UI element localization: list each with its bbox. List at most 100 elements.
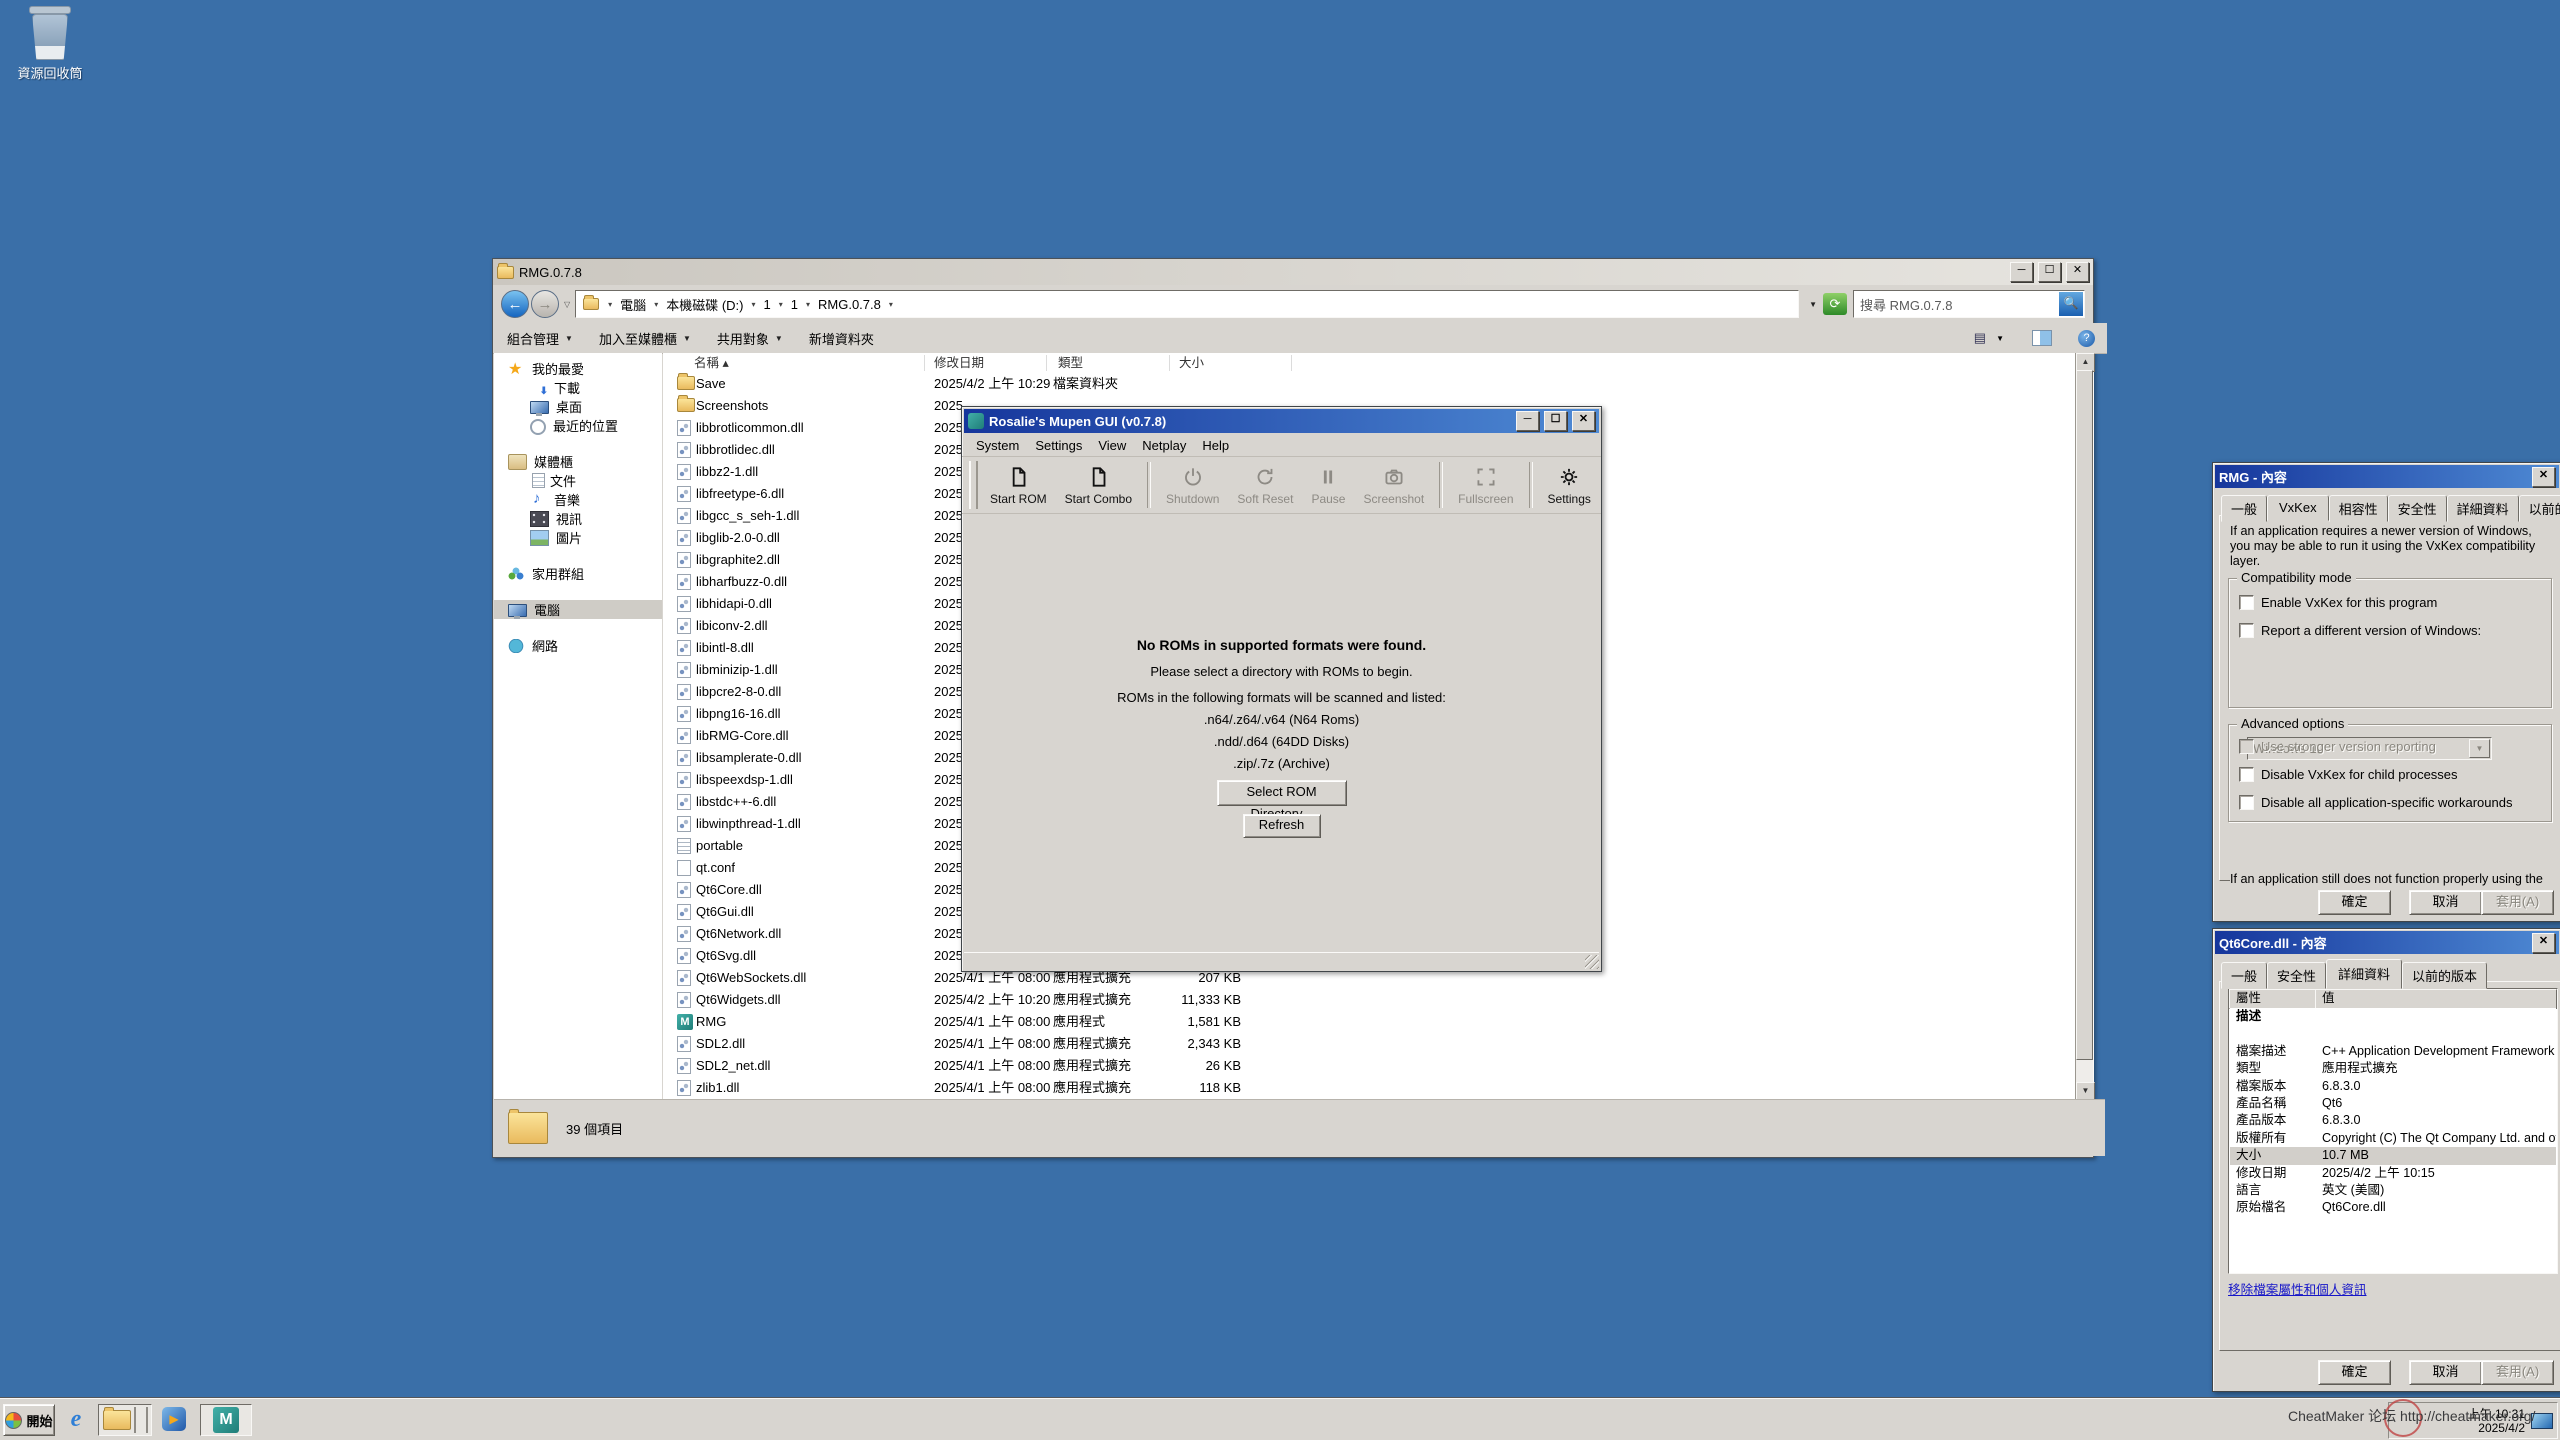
property-row[interactable]: 版權所有Copyright (C) The Qt Company Ltd. an…: [2230, 1130, 2556, 1147]
search-box[interactable]: 搜尋 RMG.0.7.8 🔍: [1853, 290, 2085, 318]
forward-button[interactable]: →: [531, 290, 559, 318]
file-row[interactable]: SDL2.dll2025/4/1 上午 08:00應用程式擴充2,343 KB: [663, 1033, 2075, 1055]
ok-button[interactable]: 確定: [2318, 890, 2391, 915]
menu-settings[interactable]: Settings: [1027, 438, 1090, 453]
ok-button[interactable]: 確定: [2318, 1360, 2391, 1385]
remove-properties-link[interactable]: 移除檔案屬性和個人資訊: [2228, 1279, 2367, 1298]
back-button[interactable]: ←: [501, 290, 529, 318]
cancel-button[interactable]: 取消: [2409, 1360, 2482, 1385]
sidebar-item-桌面[interactable]: 桌面: [494, 397, 662, 416]
close-button[interactable]: ✕: [1572, 411, 1595, 431]
menu-view[interactable]: View: [1090, 438, 1134, 453]
minimize-button[interactable]: ─: [2010, 262, 2033, 282]
search-icon[interactable]: 🔍: [2059, 292, 2083, 316]
attribute-column-header[interactable]: 屬性: [2229, 989, 2329, 1009]
file-row[interactable]: Qt6Widgets.dll2025/4/2 上午 10:20應用程式擴充11,…: [663, 989, 2075, 1011]
media-player-taskbar-button[interactable]: ▶: [156, 1404, 192, 1434]
refresh-button[interactable]: ⟳: [1823, 293, 1847, 315]
toolbar-grip[interactable]: [969, 461, 978, 509]
rmg-taskbar-button[interactable]: M: [200, 1404, 252, 1436]
property-row[interactable]: 檔案描述C++ Application Development Framewor…: [2230, 1043, 2556, 1060]
sidebar-item-電腦[interactable]: 電腦: [494, 600, 662, 619]
tab-一般[interactable]: 一般: [2221, 495, 2267, 522]
breadcrumb-item[interactable]: RMG.0.7.8: [816, 297, 883, 312]
sidebar-item-下載[interactable]: 下載: [494, 378, 662, 397]
checkbox-disable-all-application-specific-workarounds[interactable]: Disable all application-specific workaro…: [2239, 795, 2543, 810]
close-button[interactable]: ✕: [2066, 262, 2089, 282]
maximize-button[interactable]: ☐: [2038, 262, 2061, 282]
dialog-titlebar[interactable]: RMG - 內容 ✕: [2215, 465, 2559, 488]
menu-system[interactable]: System: [968, 438, 1027, 453]
tab-安全性[interactable]: 安全性: [2388, 495, 2447, 522]
checkbox-box[interactable]: [2239, 623, 2254, 638]
refresh-button[interactable]: Refresh: [1243, 814, 1321, 838]
breadcrumb[interactable]: ▾電腦▾本機磁碟 (D:)▾1▾1▾RMG.0.7.8▾: [575, 290, 1799, 318]
cancel-button[interactable]: 取消: [2409, 890, 2482, 915]
resize-grip[interactable]: [1585, 955, 1599, 969]
column-header-類型[interactable]: 類型: [1058, 353, 1083, 373]
menu-netplay[interactable]: Netplay: [1134, 438, 1194, 453]
property-row[interactable]: 原始檔名Qt6Core.dll: [2230, 1199, 2556, 1216]
sidebar-item-文件[interactable]: 文件: [494, 471, 662, 490]
maximize-button[interactable]: ☐: [1544, 411, 1567, 431]
recycle-bin-desktop-icon[interactable]: 資源回收筒: [8, 6, 92, 82]
menu-help[interactable]: Help: [1194, 438, 1237, 453]
sidebar-item-視訊[interactable]: 視訊: [494, 509, 662, 528]
minimize-button[interactable]: ─: [1516, 411, 1539, 431]
explorer-titlebar[interactable]: RMG.0.7.8 ─ ☐ ✕: [493, 259, 2093, 285]
tab-詳細資料[interactable]: 詳細資料: [2447, 495, 2519, 522]
breadcrumb-item[interactable]: 1: [789, 297, 800, 312]
property-row[interactable]: 產品版本6.8.3.0: [2230, 1112, 2556, 1129]
start-button[interactable]: 開始: [3, 1404, 55, 1436]
help-icon[interactable]: ?: [2078, 330, 2095, 347]
mupen-titlebar[interactable]: Rosalie's Mupen GUI (v0.7.8) ─ ☐ ✕: [964, 409, 1599, 433]
property-row[interactable]: 大小10.7 MB: [2230, 1147, 2556, 1164]
scrollbar-thumb[interactable]: [2076, 370, 2093, 1060]
views-dropdown-icon[interactable]: ▼: [1996, 334, 2004, 343]
select-rom-directory-button[interactable]: Select ROM Directory...: [1217, 780, 1347, 806]
property-row[interactable]: 語言英文 (美國): [2230, 1182, 2556, 1199]
checkbox-box[interactable]: [2239, 767, 2254, 782]
column-header-名稱[interactable]: 名稱 ▴: [694, 353, 729, 373]
property-row[interactable]: 修改日期2025/4/2 上午 10:15: [2230, 1165, 2556, 1182]
file-row[interactable]: RMG2025/4/1 上午 08:00應用程式1,581 KB: [663, 1011, 2075, 1033]
file-row[interactable]: SDL2_net.dll2025/4/1 上午 08:00應用程式擴充26 KB: [663, 1055, 2075, 1077]
sidebar-item-音樂[interactable]: 音樂: [494, 490, 662, 509]
address-dropdown-icon[interactable]: ▼: [1803, 300, 1823, 309]
checkbox-enable-vxkex-for-this-program[interactable]: Enable VxKex for this program: [2239, 595, 2543, 610]
close-button[interactable]: ✕: [2532, 467, 2555, 487]
sidebar-item-媒體櫃[interactable]: 媒體櫃: [494, 452, 662, 471]
scrollbar[interactable]: ▲ ▼: [2075, 353, 2094, 1099]
column-header-大小[interactable]: 大小: [1179, 353, 1204, 373]
tab-安全性[interactable]: 安全性: [2267, 962, 2326, 989]
checkbox-disable-vxkex-for-child-processes[interactable]: Disable VxKex for child processes: [2239, 767, 2543, 782]
tab-相容性[interactable]: 相容性: [2329, 495, 2388, 522]
tab-以前的版本[interactable]: 以前的版本: [2519, 495, 2560, 522]
sidebar-item-圖片[interactable]: 圖片: [494, 528, 662, 547]
breadcrumb-item[interactable]: 本機磁碟 (D:): [664, 295, 745, 314]
property-row[interactable]: 產品名稱Qt6: [2230, 1095, 2556, 1112]
toolbar-button-start-rom[interactable]: Start ROM: [981, 457, 1056, 513]
tab-VxKex[interactable]: VxKex: [2267, 495, 2329, 521]
file-row[interactable]: zlib1.dll2025/4/1 上午 08:00應用程式擴充118 KB: [663, 1077, 2075, 1099]
checkbox-report-a-different-version-of-windows-[interactable]: Report a different version of Windows:: [2239, 623, 2543, 638]
property-row[interactable]: 檔案版本6.8.3.0: [2230, 1078, 2556, 1095]
tab-詳細資料[interactable]: 詳細資料: [2326, 959, 2402, 989]
breadcrumb-item[interactable]: 1: [762, 297, 773, 312]
apply-button[interactable]: 套用(A): [2481, 1360, 2554, 1385]
column-header-修改日期[interactable]: 修改日期: [934, 353, 984, 373]
history-dropdown-icon[interactable]: ▽: [559, 300, 575, 309]
dialog-titlebar[interactable]: Qt6Core.dll - 內容 ✕: [2215, 931, 2559, 954]
command-bar-item[interactable]: 加入至媒體櫃▼: [599, 329, 691, 348]
property-row[interactable]: 類型應用程式擴充: [2230, 1060, 2556, 1077]
close-button[interactable]: ✕: [2532, 933, 2555, 953]
toolbar-button-settings[interactable]: Settings: [1539, 457, 1600, 513]
command-bar-item[interactable]: 組合管理▼: [507, 329, 573, 348]
sidebar-item-網路[interactable]: 網路: [494, 636, 662, 655]
preview-pane-icon[interactable]: [2032, 330, 2052, 346]
file-row[interactable]: Save2025/4/2 上午 10:29檔案資料夾: [663, 373, 2075, 395]
checkbox-box[interactable]: [2239, 795, 2254, 810]
internet-explorer-taskbar-button[interactable]: e: [60, 1404, 92, 1434]
value-column-header[interactable]: 值: [2315, 989, 2557, 1009]
sidebar-item-我的最愛[interactable]: 我的最愛: [494, 359, 662, 378]
